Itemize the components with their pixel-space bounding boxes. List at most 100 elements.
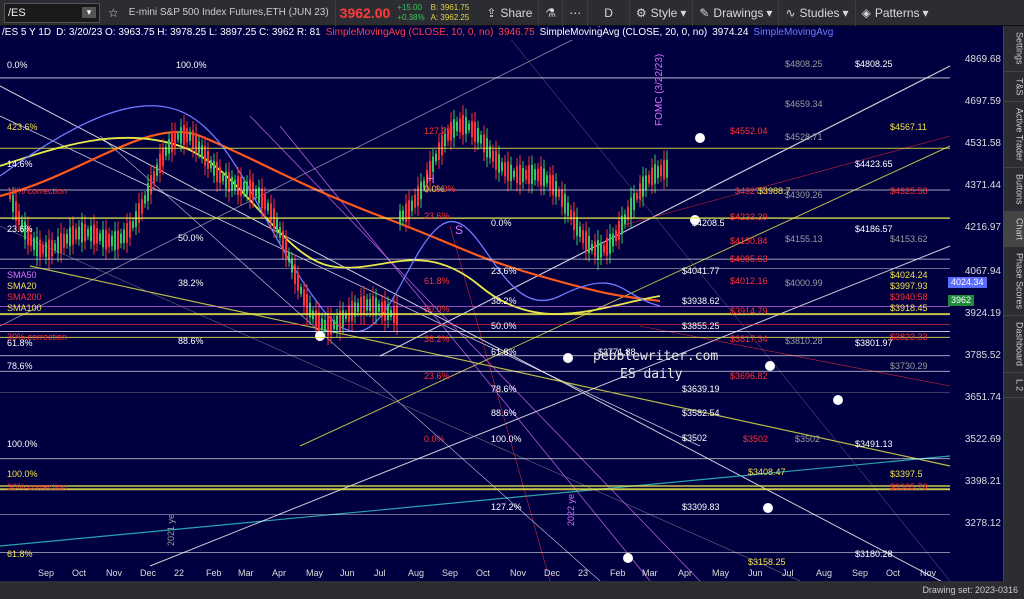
drawing-set-label[interactable]: Drawing set: 2023-0316 [922, 585, 1018, 595]
style-button[interactable]: ⚙ Style ▾ [630, 0, 694, 26]
timeframe-button[interactable]: D [588, 0, 630, 26]
candle-body [252, 181, 254, 200]
candle-body [297, 274, 299, 291]
candle-body [201, 145, 203, 158]
studies-button[interactable]: ∿ Studies ▾ [779, 0, 856, 26]
candle-body [651, 167, 653, 186]
candle-body [531, 164, 533, 185]
timeframe-label: D [604, 5, 613, 20]
candle-body [138, 203, 140, 224]
y-tick: 3398.21 [964, 476, 1001, 487]
fib-label: 0.0% [7, 60, 28, 70]
fib-label: 423.6% [7, 122, 38, 132]
tab-level-2[interactable]: L 2 [1003, 373, 1024, 398]
candle-body [189, 131, 191, 141]
candle-body [474, 121, 476, 142]
candle-body [69, 227, 71, 247]
x-tick: Jul [374, 568, 386, 578]
candle-body [510, 164, 512, 182]
tab-active-trader[interactable]: Active Trader [1003, 102, 1024, 169]
level-label: $3823.33 [890, 332, 928, 342]
candle-body [282, 230, 284, 250]
level-label: $3365.78 [890, 482, 928, 492]
symbol-selector[interactable]: /ES ▾ [4, 2, 100, 23]
candle-body [123, 229, 125, 243]
candle-body [300, 286, 302, 294]
candle-body [156, 164, 158, 176]
chevron-down-icon[interactable]: ▾ [82, 7, 96, 18]
candle-body [483, 134, 485, 153]
y-tick: 4067.94 [964, 266, 1001, 277]
sma10-label[interactable]: SimpleMovingAvg (CLOSE, 10, 0, no) [326, 27, 494, 40]
level-label: $4552.04 [730, 126, 768, 136]
candle-body [114, 231, 116, 251]
patterns-button[interactable]: ◈ Patterns ▾ [856, 0, 935, 26]
candle-body [36, 236, 38, 257]
tab-phase-scores[interactable]: Phase Scores [1003, 247, 1024, 316]
tab-settings[interactable]: Settings [1003, 26, 1024, 72]
candle-body [507, 161, 509, 182]
tab-chart[interactable]: Chart [1003, 211, 1024, 247]
candle-body [303, 289, 305, 306]
tab-dashboard[interactable]: Dashboard [1003, 316, 1024, 373]
fib-label: 61.8% [491, 347, 517, 357]
x-tick: Oct [476, 568, 491, 578]
fib-label: 100.0% [176, 60, 207, 70]
candle-body [141, 199, 143, 214]
flask-icon[interactable]: ⚗ [539, 0, 564, 26]
candle-body [417, 186, 419, 206]
drawings-button[interactable]: ✎ Drawings ▾ [693, 0, 780, 26]
drawings-label: Drawings [713, 5, 764, 20]
candle-body [93, 224, 95, 245]
price-change: +15.00 +0.38% [394, 3, 427, 23]
candle-body [84, 223, 86, 242]
candle-body [486, 138, 488, 158]
x-tick: May [306, 568, 324, 578]
x-tick: Jul [782, 568, 794, 578]
level-label: $3582.54 [682, 408, 720, 418]
level-label: $3940.58 [890, 292, 928, 302]
candle-body [456, 121, 458, 132]
y-tick: 4216.97 [964, 222, 1001, 233]
x-tick: Dec [544, 568, 561, 578]
level-label: $4325.58 [890, 186, 928, 196]
level-label: $4000.99 [785, 278, 823, 288]
level-label: $3502 [743, 434, 769, 444]
candle-body [90, 225, 92, 242]
candle-body [480, 134, 482, 144]
price-chart[interactable]: /ES 5 Y 1D D: 3/20/23 O: 3963.75 H: 3978… [0, 26, 1003, 581]
y-tick: 3522.69 [964, 434, 1001, 445]
fib-label: 23.6% [7, 224, 33, 234]
tab-buttons[interactable]: Buttons [1003, 168, 1024, 212]
share-label: Share [500, 5, 533, 20]
status-bar: Drawing set: 2023-0316 [0, 581, 1024, 599]
fib-label: 38.2% [491, 296, 517, 306]
level-label: $4085.63 [730, 254, 768, 264]
star-icon[interactable]: ☆ [104, 0, 123, 26]
trendline [0, 225, 801, 581]
chart-app: /ES ▾ ☆ E-mini S&P 500 Index Futures,ETH… [0, 0, 1024, 599]
candle-body [579, 226, 581, 237]
sma50-tag: SMA50 [7, 270, 37, 280]
candle-body [543, 168, 545, 187]
share-button[interactable]: ⇪ Share [480, 0, 540, 26]
candle-body [249, 179, 251, 200]
candle-body [174, 130, 176, 148]
candle-body [162, 147, 164, 167]
level-label: $3502 [795, 434, 821, 444]
tab-time-and-sales[interactable]: T&S [1003, 72, 1024, 103]
candle-body [120, 233, 122, 244]
candle-body [66, 233, 68, 244]
more-icon[interactable]: ⋯ [563, 0, 589, 26]
candle-body [378, 303, 380, 312]
candle-body [594, 241, 596, 257]
level-label: $4528.71 [785, 132, 823, 142]
candle-body [264, 194, 266, 210]
style-icon: ⚙ [635, 5, 647, 20]
sma20-label[interactable]: SimpleMovingAvg (CLOSE, 20, 0, no) [540, 27, 708, 40]
candle-body [39, 239, 41, 258]
candle-body [288, 252, 290, 262]
candle-body [246, 181, 248, 195]
sma-more-label[interactable]: SimpleMovingAvg [753, 27, 833, 40]
x-tick: Sep [38, 568, 55, 578]
